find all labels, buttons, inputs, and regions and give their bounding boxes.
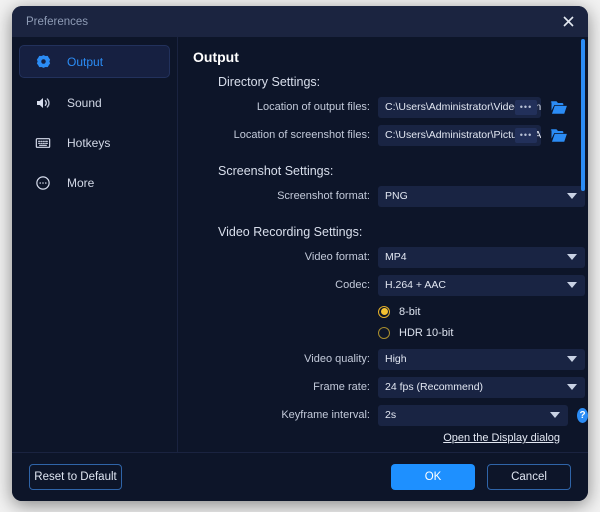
window-body: Output Sound [12,37,588,452]
row-screenshot-format: Screenshot format: PNG [178,185,588,207]
keyboard-icon [33,133,53,153]
radio-hdr-10bit[interactable] [378,327,390,339]
screenshot-location-input[interactable]: C:\Users\Administrator\Pictures\Ar ••• [378,125,541,146]
video-quality-value: High [378,353,407,365]
chevron-down-icon[interactable] [567,384,577,390]
chevron-down-icon[interactable] [567,282,577,288]
display-dialog-link-row: Open the Display dialog [178,432,588,444]
row-video-codec: Codec: H.264 + AAC [178,274,588,296]
row-screenshot-location: Location of screenshot files: C:\Users\A… [178,124,588,146]
sidebar-item-output[interactable]: Output [19,45,170,78]
output-location-input[interactable]: C:\Users\Administrator\Videos\Any ••• [378,97,541,118]
label-screenshot-location: Location of screenshot files: [193,129,378,141]
radio-row-hdr10bit[interactable]: HDR 10-bit [178,323,588,342]
frame-rate-select[interactable]: 24 fps (Recommend) [378,377,585,398]
chevron-down-icon[interactable] [550,412,560,418]
sidebar-item-more[interactable]: More [19,167,170,198]
chevron-down-icon[interactable] [567,356,577,362]
reset-to-default-button[interactable]: Reset to Default [29,464,122,490]
sidebar-item-sound[interactable]: Sound [19,87,170,118]
close-icon[interactable] [556,10,580,32]
cancel-button[interactable]: Cancel [487,464,571,490]
scrollbar-thumb[interactable] [581,39,585,191]
sidebar-item-hotkeys[interactable]: Hotkeys [19,127,170,158]
label-output-location: Location of output files: [193,101,378,113]
keyframe-interval-select[interactable]: 2s [378,405,568,426]
label-screenshot-format: Screenshot format: [193,190,378,202]
label-keyframe-interval: Keyframe interval: [193,409,378,421]
label-video-codec: Codec: [193,279,378,291]
gear-icon [33,52,53,72]
chevron-down-icon[interactable] [567,193,577,199]
settings-panel: Output Directory Settings: Location of o… [178,37,588,452]
screenshot-format-select[interactable]: PNG [378,186,585,207]
section-heading-video: Video Recording Settings: [218,225,588,239]
sidebar-item-label: Hotkeys [67,136,110,150]
dialog-footer: Reset to Default OK Cancel [12,452,588,501]
row-video-quality: Video quality: High [178,348,588,370]
settings-scrollbar[interactable] [581,37,585,452]
output-location-browse-button[interactable]: ••• [515,100,537,115]
row-output-location: Location of output files: C:\Users\Admin… [178,96,588,118]
sidebar: Output Sound [12,37,178,452]
label-video-format: Video format: [193,251,378,263]
page-title: Output [193,49,588,65]
video-quality-select[interactable]: High [378,349,585,370]
close-glyph [563,16,574,27]
row-frame-rate: Frame rate: 24 fps (Recommend) [178,376,588,398]
radio-hdr-10bit-label: HDR 10-bit [399,327,453,339]
keyframe-interval-value: 2s [378,409,396,421]
open-display-dialog-link[interactable]: Open the Display dialog [443,432,560,444]
frame-rate-value: 24 fps (Recommend) [378,381,483,393]
screenshot-format-value: PNG [378,190,408,202]
sidebar-item-label: Output [67,55,103,69]
preferences-window: Preferences Output [12,6,588,501]
video-format-value: MP4 [378,251,407,263]
folder-icon[interactable] [550,127,568,143]
title-bar: Preferences [12,6,588,37]
sidebar-item-label: Sound [67,96,102,110]
section-heading-screenshot: Screenshot Settings: [218,164,588,178]
label-video-quality: Video quality: [193,353,378,365]
row-video-format: Video format: MP4 [178,246,588,268]
label-frame-rate: Frame rate: [193,381,378,393]
video-format-select[interactable]: MP4 [378,247,585,268]
speaker-icon [33,93,53,113]
row-keyframe-interval: Keyframe interval: 2s ? [178,404,588,426]
radio-8bit[interactable] [378,306,390,318]
circle-ellipsis-icon [33,173,53,193]
video-codec-value: H.264 + AAC [378,279,446,291]
sidebar-item-label: More [67,176,94,190]
folder-icon[interactable] [550,99,568,115]
chevron-down-icon[interactable] [567,254,577,260]
video-codec-select[interactable]: H.264 + AAC [378,275,585,296]
radio-row-8bit[interactable]: 8-bit [178,302,588,321]
section-heading-directory: Directory Settings: [218,75,588,89]
radio-8bit-label: 8-bit [399,306,420,318]
window-title: Preferences [26,16,88,28]
screenshot-location-browse-button[interactable]: ••• [515,128,537,143]
ok-button[interactable]: OK [391,464,475,490]
